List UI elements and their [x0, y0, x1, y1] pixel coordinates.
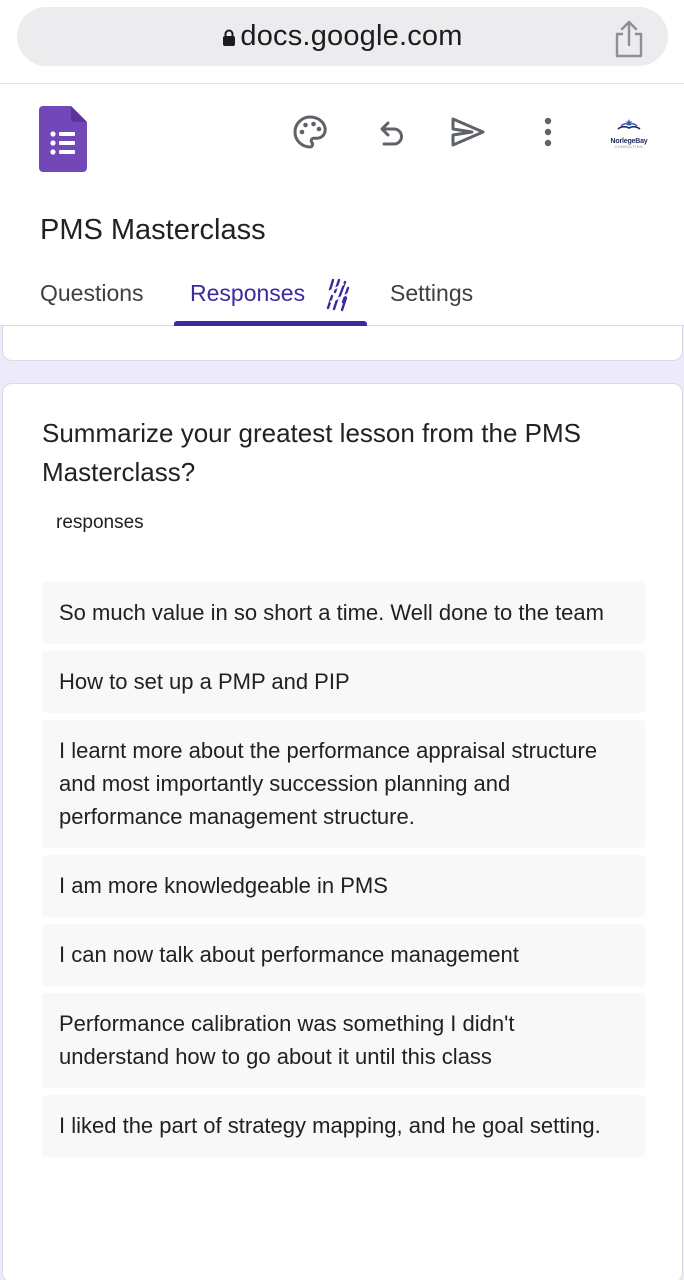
lock-icon: [222, 29, 236, 47]
form-title[interactable]: PMS Masterclass: [40, 214, 266, 247]
share-icon[interactable]: [612, 19, 646, 59]
response-count: responses: [42, 512, 144, 534]
app-header: NorlegeBay CONSULTING PMS Masterclass Qu…: [0, 84, 684, 326]
tab-responses[interactable]: Responses: [174, 274, 367, 326]
answers-list: So much value in so short a time. Well d…: [42, 582, 645, 1164]
url-bar[interactable]: docs.google.com: [17, 7, 668, 66]
answer-item: I liked the part of strategy mapping, an…: [42, 1095, 645, 1157]
brand-logo-text: NorlegeBay: [610, 138, 648, 145]
google-forms-icon[interactable]: [39, 106, 87, 172]
tab-settings[interactable]: Settings: [390, 274, 473, 326]
url-text: docs.google.com: [240, 20, 463, 52]
answer-item: I can now talk about performance managem…: [42, 924, 645, 986]
tab-responses-label: Responses: [190, 280, 306, 306]
more-vert-icon[interactable]: [528, 112, 568, 152]
brand-logo[interactable]: NorlegeBay CONSULTING: [604, 118, 654, 150]
tab-bar: Questions Responses Settings: [0, 274, 684, 326]
answer-item: I am more knowledgeable in PMS: [42, 855, 645, 917]
response-count-label: responses: [56, 512, 144, 533]
previous-question-card: [2, 326, 683, 361]
answer-item: So much value in so short a time. Well d…: [42, 582, 645, 644]
question-title: Summarize your greatest lesson from the …: [42, 418, 581, 487]
response-count-number-redacted: [42, 516, 56, 528]
question-summary-card: Summarize your greatest lesson from the …: [2, 383, 683, 1280]
brand-logo-subtext: CONSULTING: [614, 145, 644, 149]
answer-item: I learnt more about the performance appr…: [42, 720, 645, 848]
browser-bar: docs.google.com: [0, 0, 684, 84]
spreadsheet-icon[interactable]: [324, 278, 352, 312]
responses-content: Summarize your greatest lesson from the …: [0, 326, 684, 1280]
palette-icon[interactable]: [290, 112, 330, 152]
send-icon[interactable]: [448, 112, 488, 152]
answer-item: How to set up a PMP and PIP: [42, 651, 645, 713]
answer-item: Performance calibration was something I …: [42, 993, 645, 1088]
tab-questions[interactable]: Questions: [40, 274, 144, 326]
undo-icon[interactable]: [370, 112, 410, 152]
